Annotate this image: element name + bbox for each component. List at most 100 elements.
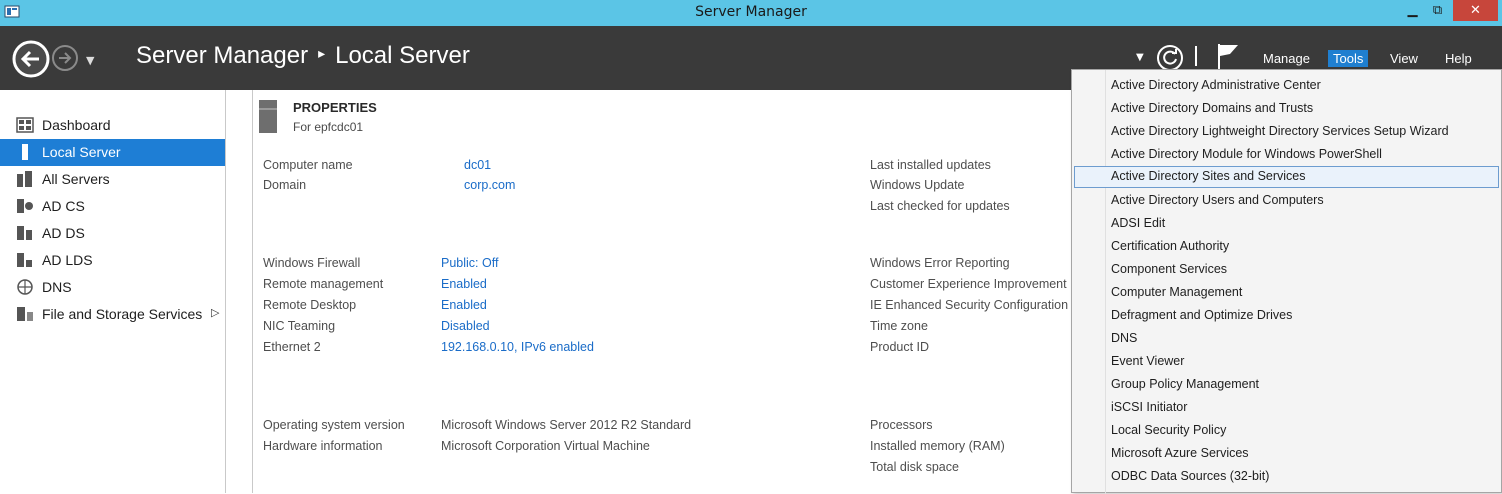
storage-icon [17,307,33,321]
menu-tools[interactable]: Tools [1328,50,1369,67]
tools-menu-item[interactable]: Defragment and Optimize Drives [1074,305,1499,327]
last-checked-label: Last checked for updates [870,199,1010,213]
time-zone-label: Time zone [870,319,928,333]
sidebar-item-label: AD CS [42,198,85,214]
ceip-label: Customer Experience Improvement P [870,277,1079,291]
dashboard-icon [16,117,34,133]
sidebar-item-dns[interactable]: DNS [0,274,225,301]
tools-menu-item-label: Defragment and Optimize Drives [1111,308,1293,322]
header-divider [1195,46,1197,66]
menu-help[interactable]: Help [1440,50,1477,67]
tools-menu-item[interactable]: Active Directory Module for Windows Powe… [1074,144,1499,166]
tools-menu-item[interactable]: Active Directory Users and Computers [1074,190,1499,212]
ethernet-link[interactable]: 192.168.0.10, IPv6 enabled [441,340,594,354]
window-title: Server Manager [695,4,807,20]
domain-link[interactable]: corp.com [464,178,515,192]
remote-management-label: Remote management [263,277,384,291]
dns-icon [17,279,33,295]
sidebar-item-label: AD DS [42,225,85,241]
servers-icon [17,171,32,187]
server-tile-icon [259,100,277,133]
remote-desktop-label: Remote Desktop [263,298,357,312]
os-version-value: Microsoft Windows Server 2012 R2 Standar… [441,418,692,432]
breadcrumb: Server Manager ▸ Local Server [136,42,470,70]
sidebar-item-local-server[interactable]: Local Server [0,139,225,166]
menu-view[interactable]: View [1385,50,1423,67]
tools-menu-item-label: iSCSI Initiator [1111,400,1188,414]
tools-menu-item-label: Microsoft Azure Services [1111,446,1249,460]
expand-arrow-icon[interactable]: ▷ [211,306,219,319]
computer-name-label: Computer name [263,158,353,172]
remote-management-link[interactable]: Enabled [441,277,487,291]
last-installed-updates-label: Last installed updates [870,158,991,172]
remote-desktop-link[interactable]: Enabled [441,298,487,312]
tools-menu-item[interactable]: Microsoft Azure Services [1074,443,1499,465]
tools-menu-item[interactable]: Active Directory Administrative Center [1074,75,1499,97]
tools-menu-item[interactable]: ODBC Data Sources (32-bit) [1074,466,1499,488]
directory-server-icon [17,226,32,240]
firewall-label: Windows Firewall [263,256,361,270]
sidebar-item-ad-lds[interactable]: AD LDS [0,247,225,274]
title-bar: Server Manager ▁ ⧉ ✕ [0,0,1502,26]
breadcrumb-current: Local Server [335,42,470,69]
tools-menu-item[interactable]: Computer Management [1074,282,1499,304]
notification-flag-icon[interactable] [1216,42,1240,72]
sidebar-item-ad-cs[interactable]: AD CS [0,193,225,220]
os-version-label: Operating system version [263,418,405,432]
tools-dropdown-menu: Active Directory Administrative Center A… [1071,69,1502,494]
tools-menu-item[interactable]: iSCSI Initiator [1074,397,1499,419]
processors-label: Processors [870,418,933,432]
sidebar-item-file-storage[interactable]: File and Storage Services ▷ [0,301,225,328]
properties-subtitle: For epfcdc01 [293,120,364,134]
tools-menu-item-label: Active Directory Lightweight Directory S… [1111,124,1449,138]
ie-esc-label: IE Enhanced Security Configuration [870,298,1069,312]
tools-menu-item-label: Active Directory Domains and Trusts [1111,101,1314,115]
forward-arrow-icon[interactable] [51,44,79,72]
close-button[interactable]: ✕ [1453,0,1498,21]
refresh-icon[interactable] [1156,44,1184,72]
tools-menu-item[interactable]: Event Viewer [1074,351,1499,373]
breadcrumb-root[interactable]: Server Manager [136,42,308,69]
product-id-label: Product ID [870,340,930,354]
sidebar-item-all-servers[interactable]: All Servers [0,166,225,193]
tools-menu-item[interactable]: Active Directory Lightweight Directory S… [1074,121,1499,143]
hardware-info-label: Hardware information [263,439,383,453]
tools-menu-item[interactable]: Component Services [1074,259,1499,281]
tools-menu-item[interactable]: ADSI Edit [1074,213,1499,235]
back-arrow-icon[interactable] [12,40,50,78]
tools-menu-item-label: ODBC Data Sources (32-bit) [1111,469,1270,483]
properties-title: PROPERTIES [293,100,377,115]
tools-menu-item[interactable]: DNS [1074,328,1499,350]
tools-menu-item[interactable]: Certification Authority [1074,236,1499,258]
menu-manage[interactable]: Manage [1258,50,1315,67]
tools-menu-item-label: Local Security Policy [1111,423,1227,437]
tools-menu-item-highlighted[interactable]: Active Directory Sites and Services [1074,166,1499,188]
notifications-dropdown-icon[interactable]: ▼ [1136,52,1144,63]
domain-label: Domain [263,178,307,192]
tools-menu-item-label: Component Services [1111,262,1228,276]
nic-teaming-label: NIC Teaming [263,319,336,333]
tools-menu-item[interactable]: Group Policy Management [1074,374,1499,396]
tools-menu-item-label: DNS [1111,331,1138,345]
tools-menu-item-label: Certification Authority [1111,239,1230,253]
sidebar-item-label: AD LDS [42,252,93,268]
tools-menu-item-label: Computer Management [1111,285,1243,299]
installed-memory-label: Installed memory (RAM) [870,439,1005,453]
tools-menu-item[interactable]: Active Directory Domains and Trusts [1074,98,1499,120]
minimize-button[interactable]: ▁ [1400,0,1425,21]
tools-menu-item-label: Event Viewer [1111,354,1185,368]
sidebar-item-label: DNS [42,279,72,295]
certificate-server-icon [17,199,33,213]
firewall-link[interactable]: Public: Off [441,256,498,270]
sidebar-item-dashboard[interactable]: Dashboard [0,112,225,139]
error-reporting-label: Windows Error Reporting [870,256,1010,270]
sidebar-item-ad-ds[interactable]: AD DS [0,220,225,247]
history-dropdown-icon[interactable]: ▼ [86,54,94,67]
nic-teaming-link[interactable]: Disabled [441,319,490,333]
sidebar-item-label: Local Server [42,144,121,160]
restore-button[interactable]: ⧉ [1425,0,1450,21]
tools-menu-item-label: Active Directory Sites and Services [1111,169,1306,183]
sidebar-item-label: All Servers [42,171,110,187]
tools-menu-item[interactable]: Local Security Policy [1074,420,1499,442]
computer-name-link[interactable]: dc01 [464,158,491,172]
